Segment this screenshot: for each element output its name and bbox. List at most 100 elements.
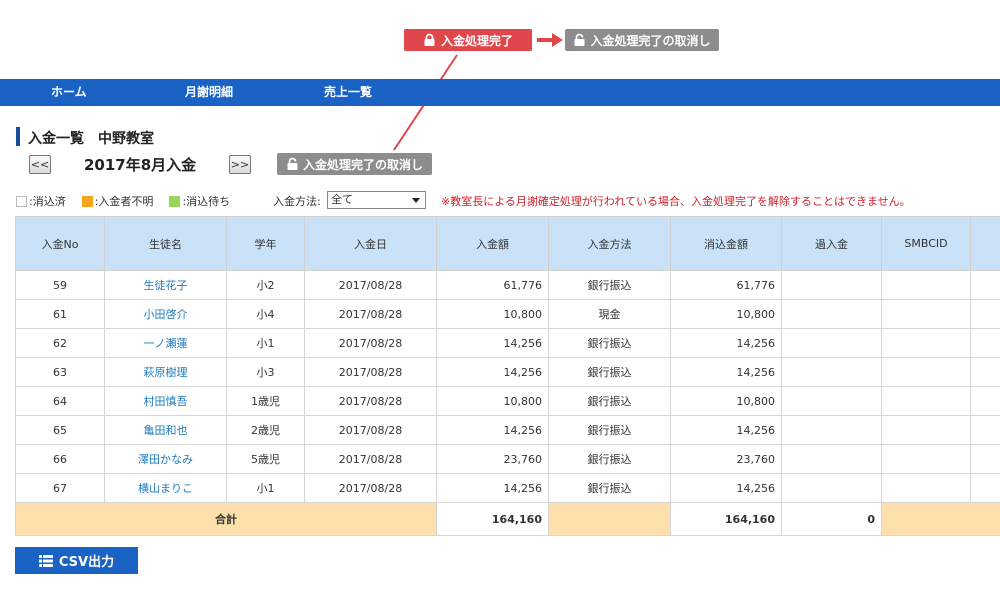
cell-truncated bbox=[970, 299, 1000, 329]
list-icon bbox=[38, 554, 53, 567]
nav-item-sales-list[interactable]: 売上一覧 bbox=[324, 79, 372, 106]
cell-grade: 小4 bbox=[226, 299, 305, 329]
col-header-grade: 学年 bbox=[226, 216, 305, 271]
legend-swatch-green bbox=[169, 195, 181, 207]
col-header-overpayment: 過入金 bbox=[781, 216, 882, 271]
cell-grade: 小1 bbox=[226, 328, 305, 358]
unlock-icon bbox=[574, 33, 585, 46]
cell-payment-date: 2017/08/28 bbox=[304, 386, 437, 416]
cell-cleared-amount: 10,800 bbox=[670, 299, 782, 329]
cell-payment-date: 2017/08/28 bbox=[304, 473, 437, 503]
page-title: 入金一覧 中野教室 bbox=[28, 131, 154, 147]
cell-method: 銀行振込 bbox=[548, 357, 671, 387]
total-overpayment: 0 bbox=[781, 502, 882, 536]
cell-payment-no: 62 bbox=[15, 328, 105, 358]
cell-student-name-link[interactable]: 亀田和也 bbox=[104, 415, 227, 445]
cell-student-name-link[interactable]: 村田慎吾 bbox=[104, 386, 227, 416]
next-month-button[interactable]: >> bbox=[229, 155, 251, 174]
table-row: 63 萩原樹理 小3 2017/08/28 14,256 銀行振込 14,256 bbox=[15, 357, 1000, 387]
warning-text: ※教室長による月謝確定処理が行われている場合、入金処理完了を解除することはできま… bbox=[441, 195, 911, 208]
nav-item-monthly-fee[interactable]: 月謝明細 bbox=[185, 79, 233, 106]
cell-student-name-link[interactable]: 一ノ瀬蓮 bbox=[104, 328, 227, 358]
cell-cleared-amount: 14,256 bbox=[670, 415, 782, 445]
cell-payment-date: 2017/08/28 bbox=[304, 270, 437, 300]
cell-grade: 5歳児 bbox=[226, 444, 305, 474]
cell-method: 銀行振込 bbox=[548, 386, 671, 416]
col-header-truncated: デ bbox=[970, 216, 1000, 271]
cell-method: 銀行振込 bbox=[548, 270, 671, 300]
cell-amount: 10,800 bbox=[436, 386, 549, 416]
cell-amount: 14,256 bbox=[436, 357, 549, 387]
cell-amount: 10,800 bbox=[436, 299, 549, 329]
cell-method: 現金 bbox=[548, 299, 671, 329]
cell-overpayment bbox=[781, 415, 882, 445]
nav-item-home[interactable]: ホーム bbox=[51, 79, 87, 106]
payment-method-select[interactable]: 全て bbox=[327, 191, 426, 209]
col-header-method: 入金方法 bbox=[548, 216, 671, 271]
cell-cleared-amount: 14,256 bbox=[670, 357, 782, 387]
payment-table-container[interactable]: 入金No 生徒名 学年 入金日 入金額 入金方法 消込金額 過入金 SMBCID… bbox=[15, 216, 1000, 538]
legend-item-unknown-payer: :入金者不明 bbox=[81, 193, 153, 209]
cell-truncated bbox=[970, 357, 1000, 387]
lock-icon bbox=[424, 33, 435, 46]
cell-payment-no: 63 bbox=[15, 357, 105, 387]
cell-smbcid bbox=[881, 328, 971, 358]
cell-amount: 14,256 bbox=[436, 328, 549, 358]
heading-accent-bar bbox=[16, 127, 20, 146]
legend-item-cleared: :消込済 bbox=[16, 193, 66, 209]
total-cleared: 164,160 bbox=[670, 502, 782, 536]
total-label: 合計 bbox=[15, 502, 437, 536]
cell-payment-no: 61 bbox=[15, 299, 105, 329]
chevron-down-icon bbox=[412, 198, 420, 203]
cell-truncated bbox=[970, 473, 1000, 503]
cell-method: 銀行振込 bbox=[548, 415, 671, 445]
cell-grade: 2歳児 bbox=[226, 415, 305, 445]
cell-grade: 小1 bbox=[226, 473, 305, 503]
col-header-smbcid: SMBCID bbox=[881, 216, 971, 271]
cell-truncated bbox=[970, 415, 1000, 445]
cell-payment-no: 64 bbox=[15, 386, 105, 416]
cell-student-name-link[interactable]: 小田啓介 bbox=[104, 299, 227, 329]
cell-method: 銀行振込 bbox=[548, 444, 671, 474]
cell-method: 銀行振込 bbox=[548, 328, 671, 358]
cell-truncated bbox=[970, 270, 1000, 300]
cell-truncated bbox=[970, 328, 1000, 358]
cell-cleared-amount: 10,800 bbox=[670, 386, 782, 416]
cell-payment-no: 65 bbox=[15, 415, 105, 445]
cancel-payment-complete-button[interactable]: 入金処理完了の取消し bbox=[277, 153, 432, 175]
cell-payment-no: 66 bbox=[15, 444, 105, 474]
prev-month-button[interactable]: << bbox=[29, 155, 51, 174]
cell-student-name-link[interactable]: 横山まりこ bbox=[104, 473, 227, 503]
cell-student-name-link[interactable]: 澤田かなみ bbox=[104, 444, 227, 474]
cell-smbcid bbox=[881, 386, 971, 416]
cell-overpayment bbox=[781, 386, 882, 416]
col-header-cleared-amount: 消込金額 bbox=[670, 216, 782, 271]
legend-swatch-white bbox=[16, 195, 27, 207]
cell-payment-no: 67 bbox=[15, 473, 105, 503]
cell-overpayment bbox=[781, 299, 882, 329]
cell-truncated bbox=[970, 386, 1000, 416]
table-header-row: 入金No 生徒名 学年 入金日 入金額 入金方法 消込金額 過入金 SMBCID… bbox=[15, 216, 1000, 271]
csv-export-button[interactable]: CSV出力 bbox=[15, 547, 138, 574]
cell-student-name-link[interactable]: 萩原樹理 bbox=[104, 357, 227, 387]
cell-amount: 23,760 bbox=[436, 444, 549, 474]
cell-overpayment bbox=[781, 270, 882, 300]
payment-method-label: 入金方法: bbox=[273, 195, 321, 208]
total-trailing-empty bbox=[881, 502, 1000, 536]
col-header-payment-date: 入金日 bbox=[304, 216, 437, 271]
unlock-icon bbox=[287, 157, 298, 170]
cell-cleared-amount: 14,256 bbox=[670, 328, 782, 358]
cell-payment-date: 2017/08/28 bbox=[304, 328, 437, 358]
total-method-empty bbox=[548, 502, 671, 536]
cell-overpayment bbox=[781, 328, 882, 358]
cell-truncated bbox=[970, 444, 1000, 474]
col-header-amount: 入金額 bbox=[436, 216, 549, 271]
cell-grade: 1歳児 bbox=[226, 386, 305, 416]
legend-swatch-orange bbox=[81, 195, 93, 207]
payment-table: 入金No 生徒名 学年 入金日 入金額 入金方法 消込金額 過入金 SMBCID… bbox=[15, 216, 1000, 536]
status-legend: :消込済 :入金者不明 :消込待ち bbox=[16, 193, 246, 209]
cell-smbcid bbox=[881, 415, 971, 445]
cell-student-name-link[interactable]: 生徒花子 bbox=[104, 270, 227, 300]
cell-amount: 14,256 bbox=[436, 415, 549, 445]
col-header-payment-no: 入金No bbox=[15, 216, 105, 271]
